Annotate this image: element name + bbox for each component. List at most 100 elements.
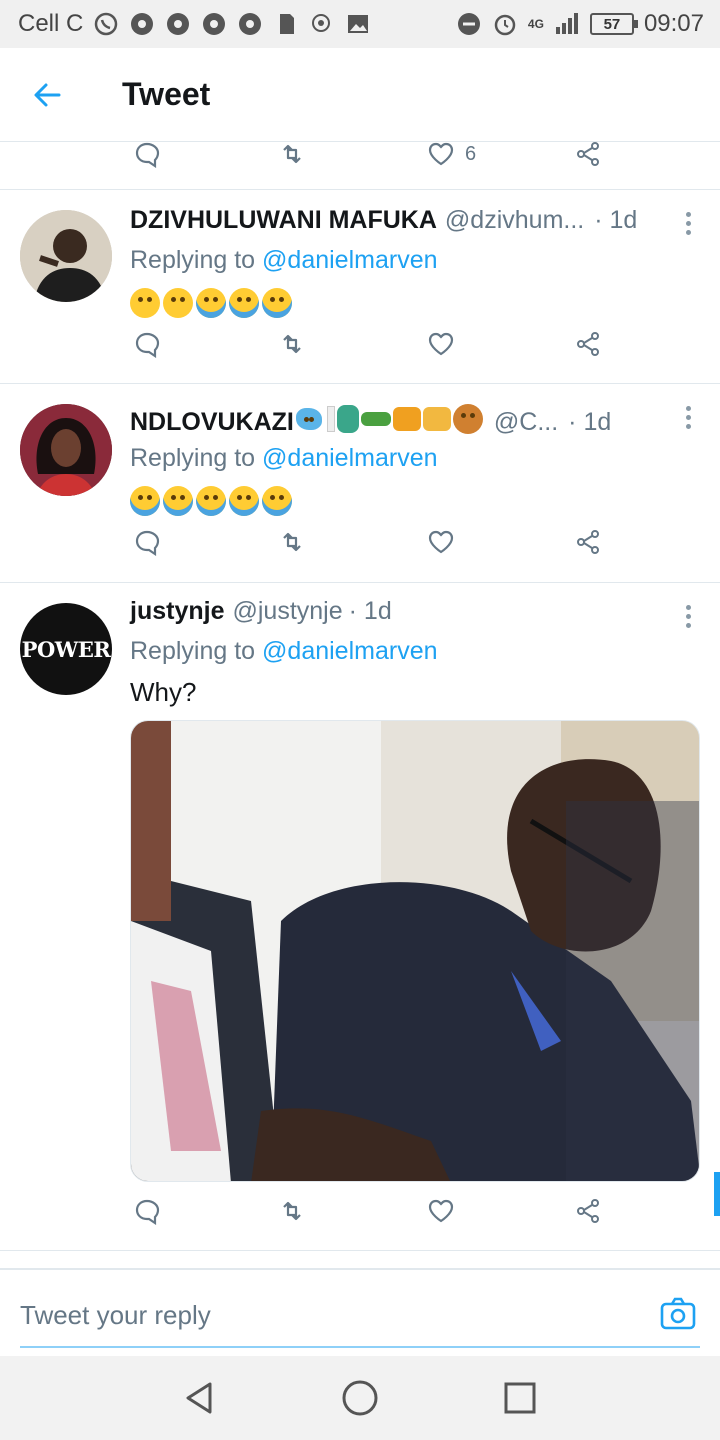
tweet-actions [0, 330, 720, 370]
reply-button[interactable] [133, 1197, 161, 1225]
share-icon [577, 1199, 599, 1223]
avatar-logo-text: POWER [21, 636, 111, 662]
tweet-time: · 1d [594, 206, 638, 234]
camera-button[interactable] [658, 1294, 698, 1334]
like-button[interactable] [427, 1197, 455, 1225]
mention-link[interactable]: @danielmarven [262, 637, 437, 665]
chrome-icon [201, 11, 227, 37]
replying-to: Replying to @danielmarven [130, 444, 438, 472]
rolling-laughing-emoji [262, 288, 292, 319]
author-name[interactable]: NDLOVUKAZI [130, 408, 294, 437]
like-button[interactable] [427, 330, 455, 358]
retweet-button[interactable] [278, 528, 306, 556]
square-recents-icon [504, 1382, 536, 1414]
photo-illustration [131, 721, 699, 1181]
retweet-icon [283, 334, 301, 354]
share-button[interactable] [574, 1197, 602, 1225]
retweet-button[interactable] [278, 330, 306, 358]
heart-icon [428, 332, 454, 356]
name-emojis [295, 404, 486, 434]
share-icon [577, 142, 599, 166]
more-options-button[interactable] [686, 605, 692, 629]
tweet-photo[interactable] [130, 720, 700, 1182]
mention-link[interactable]: @danielmarven [262, 246, 437, 274]
comment-icon [135, 530, 160, 556]
mention-link[interactable]: @danielmarven [262, 444, 437, 472]
arrow-left-icon [34, 83, 61, 106]
like-button[interactable]: 6 [427, 140, 476, 168]
crocodile-emoji [360, 412, 391, 426]
signal-icon [554, 11, 580, 37]
sd-card-icon [273, 11, 299, 37]
share-button[interactable] [574, 528, 602, 556]
candle-emoji [326, 406, 335, 432]
retweet-button[interactable] [278, 140, 306, 168]
author-handle[interactable]: @dzivhum... [445, 206, 584, 235]
reply-button[interactable] [133, 330, 161, 358]
gallery-icon [345, 11, 371, 37]
alarm-icon [492, 11, 518, 37]
reply-button[interactable] [133, 140, 161, 168]
system-nav-bar [0, 1356, 720, 1440]
comment-icon [135, 332, 160, 358]
like-button[interactable] [427, 528, 455, 556]
more-options-button[interactable] [686, 406, 692, 430]
top-app-bar: Tweet [0, 48, 720, 142]
tweet-time: · 1d [348, 597, 392, 625]
author-name[interactable]: DZIVHULUWANI MAFUKA [130, 206, 437, 235]
retweet-icon [283, 1201, 301, 1221]
nav-home-button[interactable] [338, 1376, 382, 1420]
tweet-item[interactable]: DZIVHULUWANI MAFUKA @dzivhum... · 1d Rep… [0, 190, 720, 384]
comment-icon [135, 1199, 160, 1225]
author-name[interactable]: justynje [130, 597, 224, 626]
previous-tweet-actions: 6 [0, 138, 720, 190]
rolling-laughing-emoji [163, 486, 193, 517]
tweet-text [130, 286, 700, 322]
circle-home-icon [342, 1380, 378, 1416]
whale-emoji [295, 408, 322, 430]
avatar[interactable] [20, 404, 112, 496]
rolling-laughing-emoji [229, 486, 259, 517]
share-button[interactable] [574, 330, 602, 358]
avatar[interactable]: POWER [20, 603, 112, 695]
reply-button[interactable] [133, 528, 161, 556]
replying-to: Replying to @danielmarven [130, 637, 438, 665]
rolling-laughing-emoji [196, 288, 226, 319]
battery-indicator: 57 [589, 13, 638, 35]
replying-to: Replying to @danielmarven [130, 246, 438, 274]
retweet-icon [283, 532, 301, 552]
chrome-icon [165, 11, 191, 37]
tweet-item[interactable]: NDLOVUKAZI @C... · 1d Replying to @danie… [0, 384, 720, 583]
share-button[interactable] [574, 140, 602, 168]
tweet-time: · 1d [568, 408, 612, 436]
tweet-actions [0, 528, 720, 568]
nav-back-button[interactable] [178, 1376, 222, 1420]
scroll-indicator[interactable] [714, 1172, 720, 1216]
merman-emoji [336, 405, 359, 433]
reply-composer[interactable]: Tweet your reply [0, 1268, 720, 1356]
heart-icon [428, 142, 454, 166]
tweet-text: Why? [130, 677, 197, 707]
winking-tongue-emoji [163, 288, 193, 319]
author-handle[interactable]: @justynje [232, 597, 342, 626]
camera-icon [660, 1297, 696, 1330]
leopard-emoji [422, 407, 451, 431]
comment-icon [135, 142, 160, 168]
chrome-icon [129, 11, 155, 37]
share-icon [577, 530, 599, 554]
nav-recents-button[interactable] [498, 1376, 542, 1420]
retweet-icon [283, 144, 301, 164]
avatar[interactable] [20, 210, 112, 302]
page-title: Tweet [122, 76, 211, 112]
rolling-laughing-emoji [262, 486, 292, 517]
more-options-button[interactable] [686, 212, 692, 236]
clock: 09:07 [643, 10, 704, 37]
whatsapp-icon [93, 11, 119, 37]
rolling-laughing-emoji [229, 288, 259, 319]
reply-input[interactable]: Tweet your reply [20, 1300, 211, 1331]
chrome-icon [237, 11, 263, 37]
author-handle[interactable]: @C... [494, 408, 558, 437]
tiger-emoji [392, 407, 421, 431]
back-button[interactable] [22, 70, 72, 120]
retweet-button[interactable] [278, 1197, 306, 1225]
